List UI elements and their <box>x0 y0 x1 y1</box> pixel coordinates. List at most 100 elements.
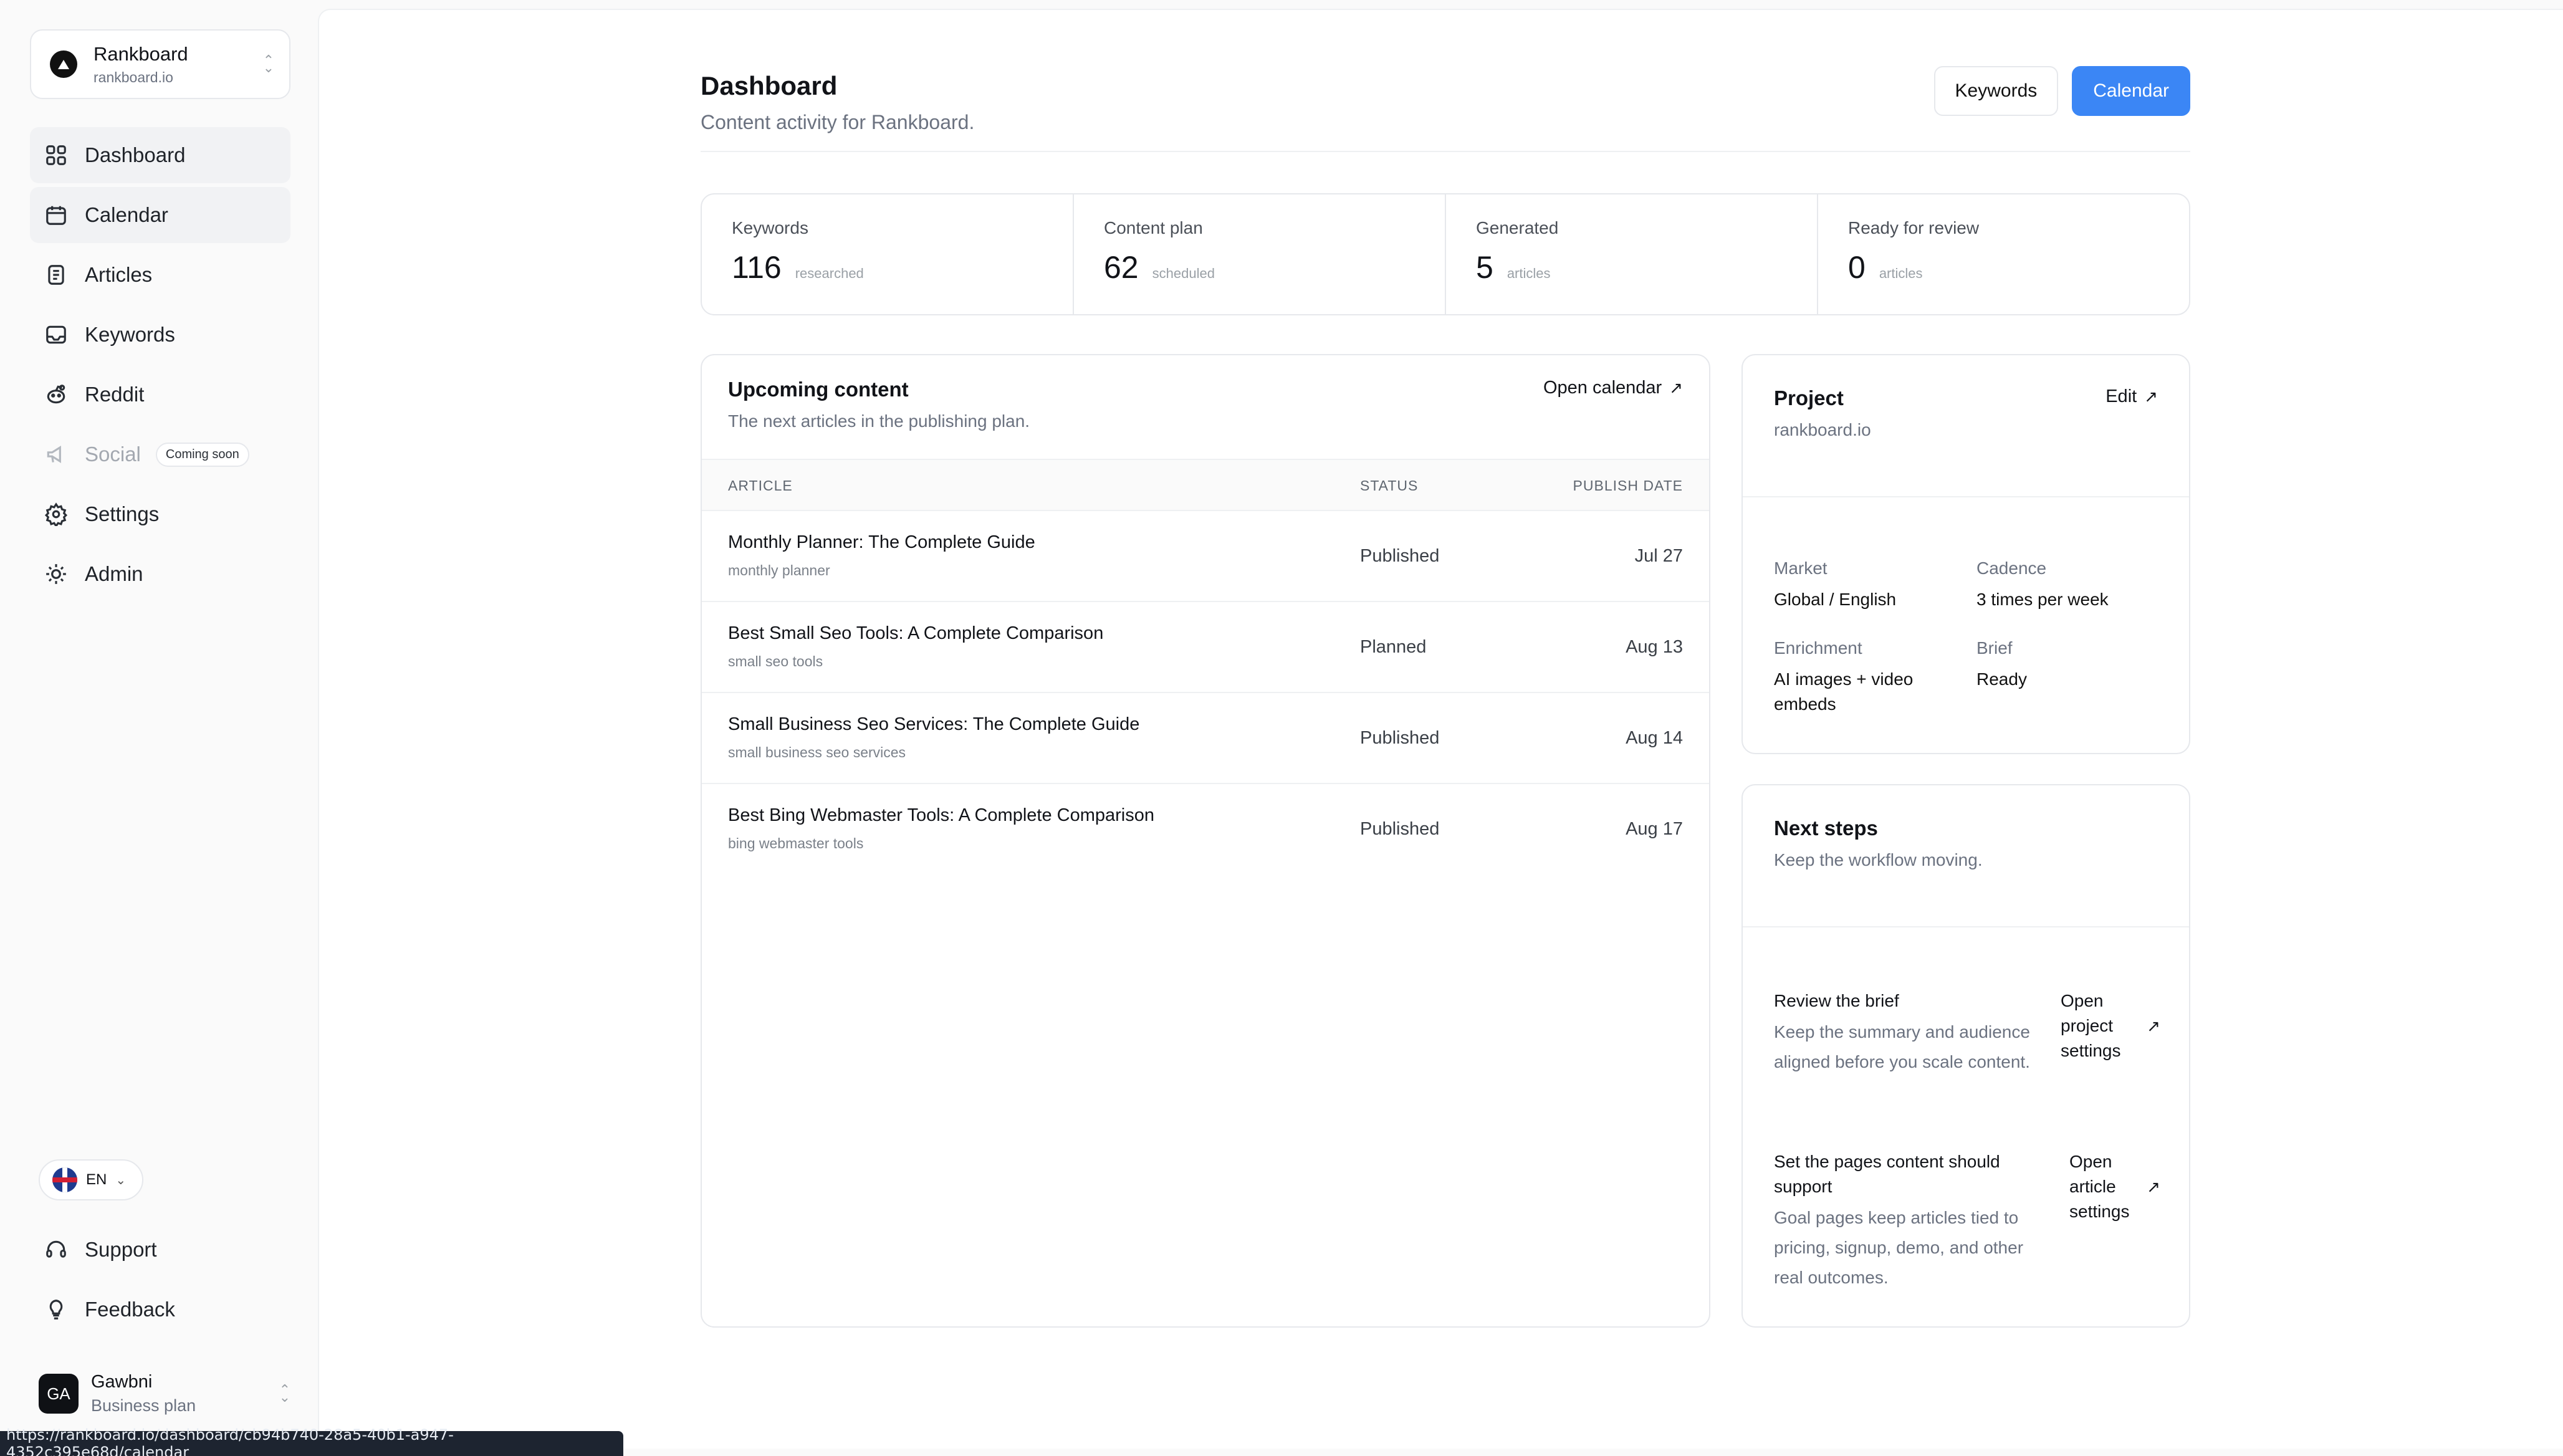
stat-value: 116 <box>732 250 782 285</box>
article-status: Published <box>1360 546 1440 566</box>
updown-chevron-icon: ⌃ ⌄ <box>262 52 274 75</box>
nav-item-social: Social Coming soon <box>30 426 290 482</box>
reddit-icon <box>44 382 69 407</box>
article-keyword: monthly planner <box>728 562 830 578</box>
table-row[interactable]: Best Small Seo Tools: A Complete Compari… <box>702 602 1709 693</box>
main-panel: Dashboard Content activity for Rankboard… <box>318 9 2563 1449</box>
arrow-up-right-icon: ↗ <box>2147 1017 2160 1035</box>
field-value: 3 times per week <box>1976 590 2109 609</box>
field-value: Ready <box>1976 669 2027 689</box>
article-date: Aug 13 <box>1626 637 1683 657</box>
article-keyword: bing webmaster tools <box>728 835 864 851</box>
link-status-bar: https://rankboard.io/dashboard/cb94b740-… <box>0 1426 623 1456</box>
workspace-logo-icon <box>50 50 77 78</box>
stat-label: Generated <box>1476 218 1559 237</box>
edit-project-link[interactable]: Edit ↗ <box>2105 386 2158 407</box>
nav-label: Reddit <box>85 383 145 406</box>
stat-unit: articles <box>1507 266 1551 281</box>
updown-chevron-icon: ⌃ ⌄ <box>279 1382 290 1405</box>
user-name: Gawbni <box>91 1372 153 1392</box>
table-row[interactable]: Monthly Planner: The Complete Guide mont… <box>702 511 1709 602</box>
market-field: Market Global / English <box>1774 558 1896 612</box>
open-article-settings-link[interactable]: Open article settings ↗ <box>2069 1149 2160 1224</box>
stat-unit: scheduled <box>1152 266 1215 281</box>
column-header-date: PUBLISH DATE <box>1573 477 1683 494</box>
workspace-switcher[interactable]: Rankboard rankboard.io ⌃ ⌄ <box>30 29 290 99</box>
language-code: EN <box>86 1171 107 1188</box>
article-title: Monthly Planner: The Complete Guide <box>728 532 1035 552</box>
language-selector[interactable]: EN ⌄ <box>39 1159 143 1200</box>
open-project-settings-link[interactable]: Open project settings ↗ <box>2061 989 2160 1063</box>
calendar-icon <box>44 203 69 228</box>
card-title: Next steps <box>1774 817 1878 840</box>
link-label: Edit <box>2105 386 2137 406</box>
link-label: Open article settings <box>2069 1152 2130 1221</box>
table-row[interactable]: Best Bing Webmaster Tools: A Complete Co… <box>702 784 1709 875</box>
stat-value: 62 <box>1104 250 1139 285</box>
coming-soon-badge: Coming soon <box>155 442 249 467</box>
brief-field: Brief Ready <box>1976 638 2027 692</box>
field-label: Enrichment <box>1774 638 1862 658</box>
field-label: Market <box>1774 558 1828 578</box>
step-description: Goal pages keep articles tied to pricing… <box>1774 1208 2024 1287</box>
card-subtitle: Keep the workflow moving. <box>1774 850 1983 869</box>
stat-keywords: Keywords 116 researched <box>702 194 1074 314</box>
card-title: Project <box>1774 386 1844 410</box>
card-divider <box>1743 496 2189 497</box>
field-label: Cadence <box>1976 558 2047 578</box>
nav-item-calendar[interactable]: Calendar <box>30 187 290 243</box>
link-label: Open project settings <box>2061 991 2121 1060</box>
calendar-button[interactable]: Calendar <box>2072 66 2190 116</box>
nav-label: Articles <box>85 263 153 286</box>
article-status: Published <box>1360 819 1440 839</box>
avatar: GA <box>39 1374 79 1414</box>
user-menu[interactable]: GA Gawbni Business plan ⌃ ⌄ <box>39 1370 290 1417</box>
column-header-status: STATUS <box>1360 477 1419 494</box>
megaphone-icon <box>44 442 69 467</box>
nav-item-settings[interactable]: Settings <box>30 486 290 542</box>
open-calendar-link[interactable]: Open calendar ↗ <box>1543 378 1683 398</box>
grid-icon <box>44 143 69 168</box>
lightbulb-icon <box>44 1297 69 1322</box>
keywords-button[interactable]: Keywords <box>1933 66 2059 116</box>
project-card: Project rankboard.io Edit ↗ Market Global… <box>1741 354 2190 754</box>
gear-icon <box>44 502 69 527</box>
nav-item-feedback[interactable]: Feedback <box>30 1281 290 1338</box>
stat-unit: researched <box>795 266 864 281</box>
nav-item-keywords[interactable]: Keywords <box>30 307 290 363</box>
nav-label: Social <box>85 443 141 466</box>
uk-flag-icon <box>52 1167 77 1192</box>
nav-label: Keywords <box>85 323 175 346</box>
arrow-up-right-icon: ↗ <box>1669 378 1683 397</box>
stat-content-plan: Content plan 62 scheduled <box>1074 194 1446 314</box>
link-label: Open calendar <box>1543 378 1662 398</box>
stat-generated: Generated 5 articles <box>1446 194 1818 314</box>
inbox-icon <box>44 322 69 347</box>
article-keyword: small business seo services <box>728 744 906 760</box>
stats-bar: Keywords 116 researched Content plan 62 sc… <box>701 193 2190 315</box>
article-date: Aug 14 <box>1626 728 1683 748</box>
stat-value: 0 <box>1848 250 1866 285</box>
nav-item-reddit[interactable]: Reddit <box>30 366 290 423</box>
column-header-article: ARTICLE <box>728 477 793 494</box>
nav-label: Dashboard <box>85 143 186 166</box>
nav-item-support[interactable]: Support <box>30 1222 290 1278</box>
nav-label: Calendar <box>85 203 168 226</box>
article-status: Published <box>1360 728 1440 748</box>
stat-label: Content plan <box>1104 218 1203 237</box>
nav-label: Settings <box>85 502 160 525</box>
nav-item-admin[interactable]: Admin <box>30 546 290 602</box>
nav-label: Support <box>85 1238 157 1261</box>
next-step-item: Review the brief Keep the summary and au… <box>1774 989 2160 1077</box>
nav-item-articles[interactable]: Articles <box>30 247 290 303</box>
header-actions: Keywords Calendar <box>1933 66 2190 116</box>
field-value: Global / English <box>1774 590 1897 609</box>
table-header: ARTICLE STATUS PUBLISH DATE <box>702 459 1709 511</box>
article-keyword: small seo tools <box>728 653 823 669</box>
step-description: Keep the summary and audience aligned be… <box>1774 1022 2030 1071</box>
stat-ready-for-review: Ready for review 0 articles <box>1818 194 2189 314</box>
table-row[interactable]: Small Business Seo Services: The Complet… <box>702 693 1709 784</box>
stat-unit: articles <box>1879 266 1923 281</box>
nav-item-dashboard[interactable]: Dashboard <box>30 127 290 183</box>
step-title: Set the pages content should support <box>1774 1152 2000 1196</box>
